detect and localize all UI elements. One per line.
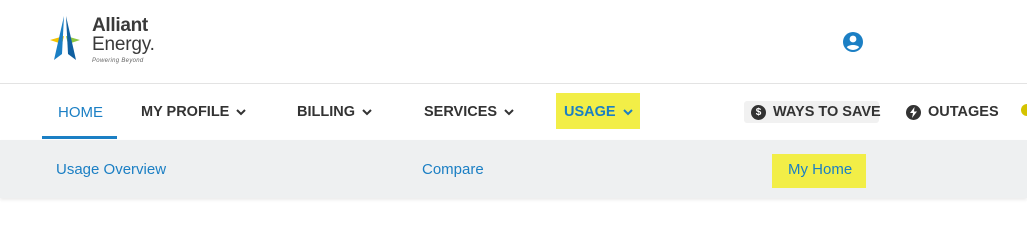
chevron-down-icon: [504, 109, 514, 116]
dollar-circle-icon: $: [751, 104, 766, 120]
logo-tagline: Powering Beyond: [92, 58, 144, 64]
subnav-compare[interactable]: Compare: [422, 140, 484, 198]
active-tab-indicator: [42, 136, 117, 139]
usage-subnav: Usage Overview Compare My Home: [0, 140, 1027, 198]
subnav-usage-overview[interactable]: Usage Overview: [56, 140, 166, 198]
nav-my-profile[interactable]: MY PROFILE: [141, 84, 247, 140]
nav-usage-label: USAGE: [564, 104, 616, 120]
nav-billing-label: BILLING: [297, 104, 355, 120]
account-circle-icon[interactable]: [842, 31, 864, 53]
lightning-circle-icon: [906, 104, 921, 120]
nav-services-label: SERVICES: [424, 104, 498, 120]
chevron-down-icon: [236, 109, 247, 116]
nav-ways-to-save-label: WAYS TO SAVE: [773, 104, 881, 120]
primary-nav: HOME MY PROFILE BILLING SERVICES USAGE $…: [0, 84, 1027, 140]
chevron-down-icon: [362, 109, 372, 116]
logo-star-icon: [50, 16, 80, 60]
chevron-down-icon: [622, 109, 633, 116]
nav-outages-label: OUTAGES: [928, 104, 999, 120]
nav-services[interactable]: SERVICES: [424, 84, 515, 140]
logo-name-line1: Alliant: [92, 15, 148, 36]
nav-my-profile-label: MY PROFILE: [141, 104, 230, 120]
site-header: Alliant Energy. Powering Beyond: [0, 0, 1027, 84]
subnav-my-home[interactable]: My Home: [788, 140, 852, 198]
nav-billing[interactable]: BILLING: [297, 84, 373, 140]
nav-home[interactable]: HOME: [58, 84, 103, 140]
alliant-energy-logo[interactable]: Alliant Energy. Powering Beyond: [40, 14, 170, 70]
nav-outages[interactable]: OUTAGES: [906, 84, 999, 140]
partial-nav-icon: [1021, 104, 1027, 116]
nav-ways-to-save[interactable]: $ WAYS TO SAVE: [751, 84, 881, 140]
subnav-my-home-label: My Home: [788, 160, 853, 178]
subnav-compare-label: Compare: [422, 160, 484, 178]
logo-name-line2: Energy.: [92, 34, 155, 55]
nav-usage[interactable]: USAGE: [564, 84, 634, 140]
subnav-usage-overview-label: Usage Overview: [56, 160, 167, 178]
nav-home-label: HOME: [58, 103, 103, 121]
